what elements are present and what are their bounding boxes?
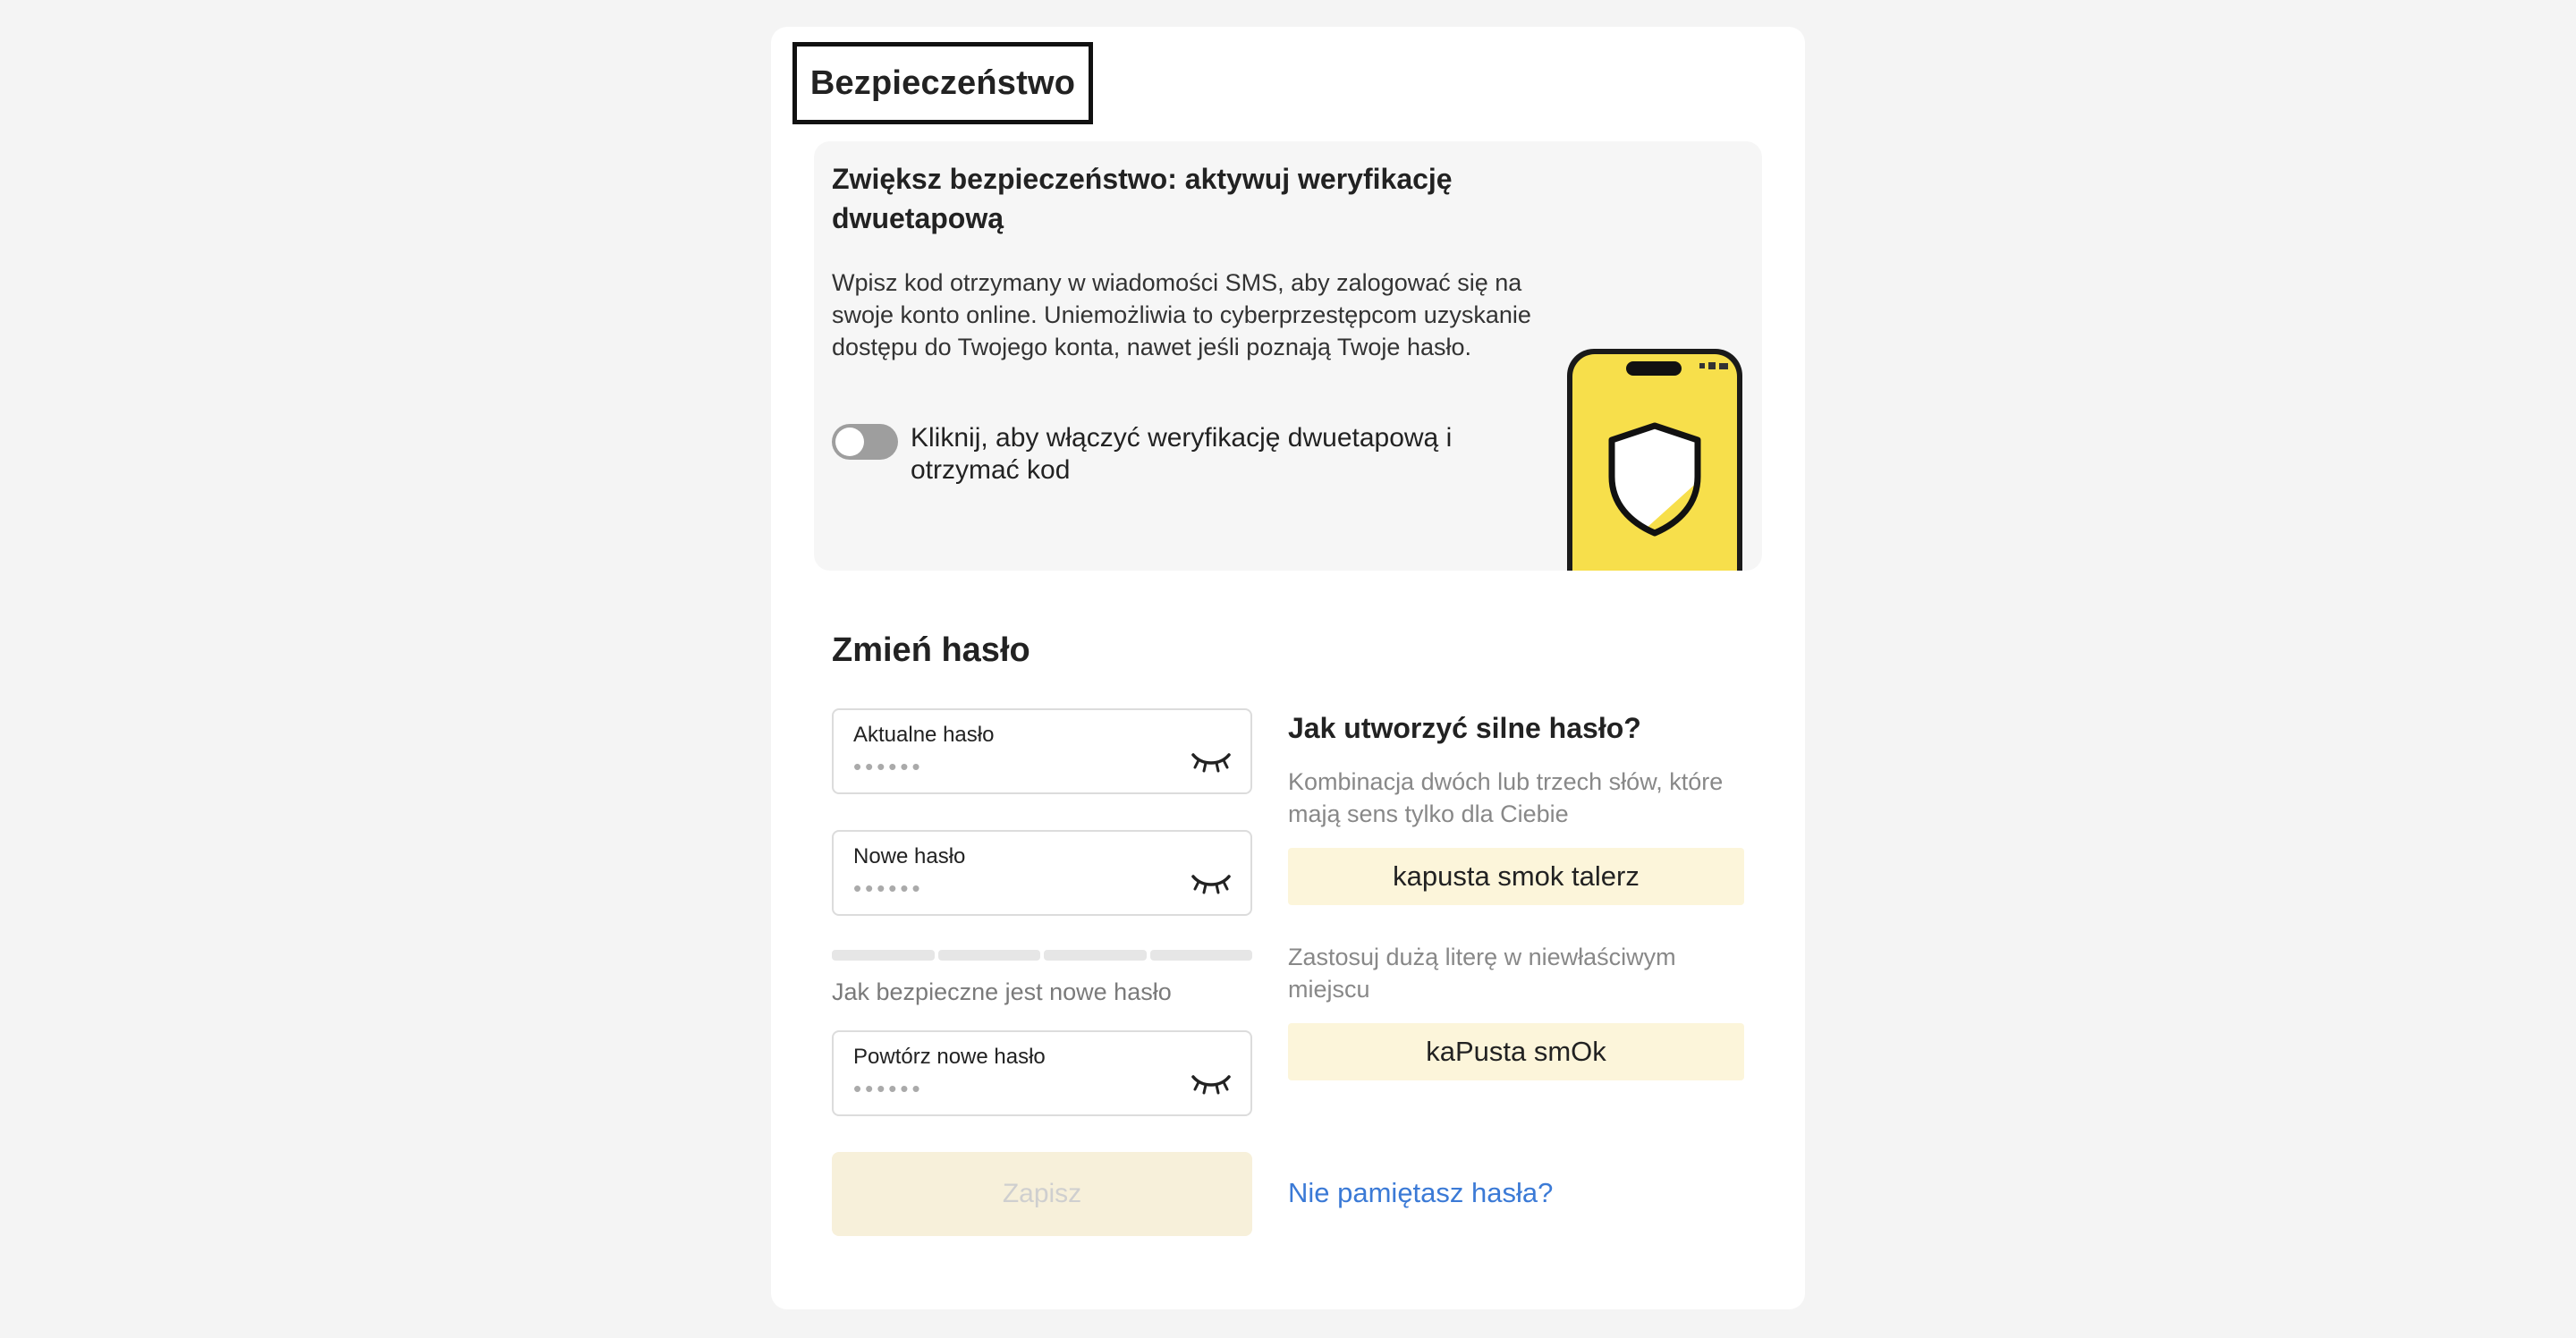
new-password-label: Nowe hasło (853, 844, 966, 868)
repeat-password-value[interactable]: •••••• (853, 1075, 924, 1103)
current-password-label: Aktualne hasło (853, 723, 995, 747)
two-factor-toggle[interactable] (832, 424, 898, 460)
strength-segment (1149, 950, 1252, 961)
page-title: Bezpieczeństwo (792, 42, 1093, 124)
save-button[interactable]: Zapisz (832, 1152, 1252, 1236)
change-password-title: Zmień hasło (832, 631, 1030, 669)
forgot-password-link[interactable]: Nie pamiętasz hasła? (1288, 1177, 1553, 1209)
toggle-knob (835, 428, 864, 456)
current-password-value[interactable]: •••••• (853, 753, 924, 781)
eye-closed-icon[interactable] (1191, 748, 1231, 775)
repeat-password-field[interactable]: Powtórz nowe hasło •••••• (832, 1030, 1252, 1116)
strength-segment (832, 950, 935, 961)
two-factor-panel: Zwiększ bezpieczeństwo: aktywuj weryfika… (814, 141, 1762, 571)
eye-closed-icon[interactable] (1191, 869, 1231, 896)
password-example: kapusta smok talerz (1288, 848, 1744, 905)
password-strength-meter (832, 950, 1252, 961)
tip-text: Zastosuj dużą literę w niewłaściwym miej… (1288, 944, 1676, 1003)
password-strength-label: Jak bezpieczne jest nowe hasło (832, 978, 1172, 1005)
two-factor-title: Zwiększ bezpieczeństwo: aktywuj weryfika… (832, 163, 1453, 234)
eye-closed-icon[interactable] (1191, 1070, 1231, 1097)
current-password-field[interactable]: Aktualne hasło •••••• (832, 708, 1252, 794)
new-password-value[interactable]: •••••• (853, 875, 924, 902)
strength-segment (1044, 950, 1147, 961)
password-example: kaPusta smOk (1288, 1023, 1744, 1080)
new-password-field[interactable]: Nowe hasło •••••• (832, 830, 1252, 916)
strength-segment (937, 950, 1040, 961)
two-factor-description: Wpisz kod otrzymany w wiadomości SMS, ab… (832, 269, 1531, 360)
phone-shield-icon (1567, 349, 1742, 571)
tips-title: Jak utworzyć silne hasło? (1288, 712, 1641, 744)
two-factor-toggle-label[interactable]: Kliknij, aby włączyć weryfikację dwuetap… (911, 422, 1537, 487)
repeat-password-label: Powtórz nowe hasło (853, 1045, 1046, 1069)
tip-text: Kombinacja dwóch lub trzech słów, które … (1288, 768, 1724, 827)
